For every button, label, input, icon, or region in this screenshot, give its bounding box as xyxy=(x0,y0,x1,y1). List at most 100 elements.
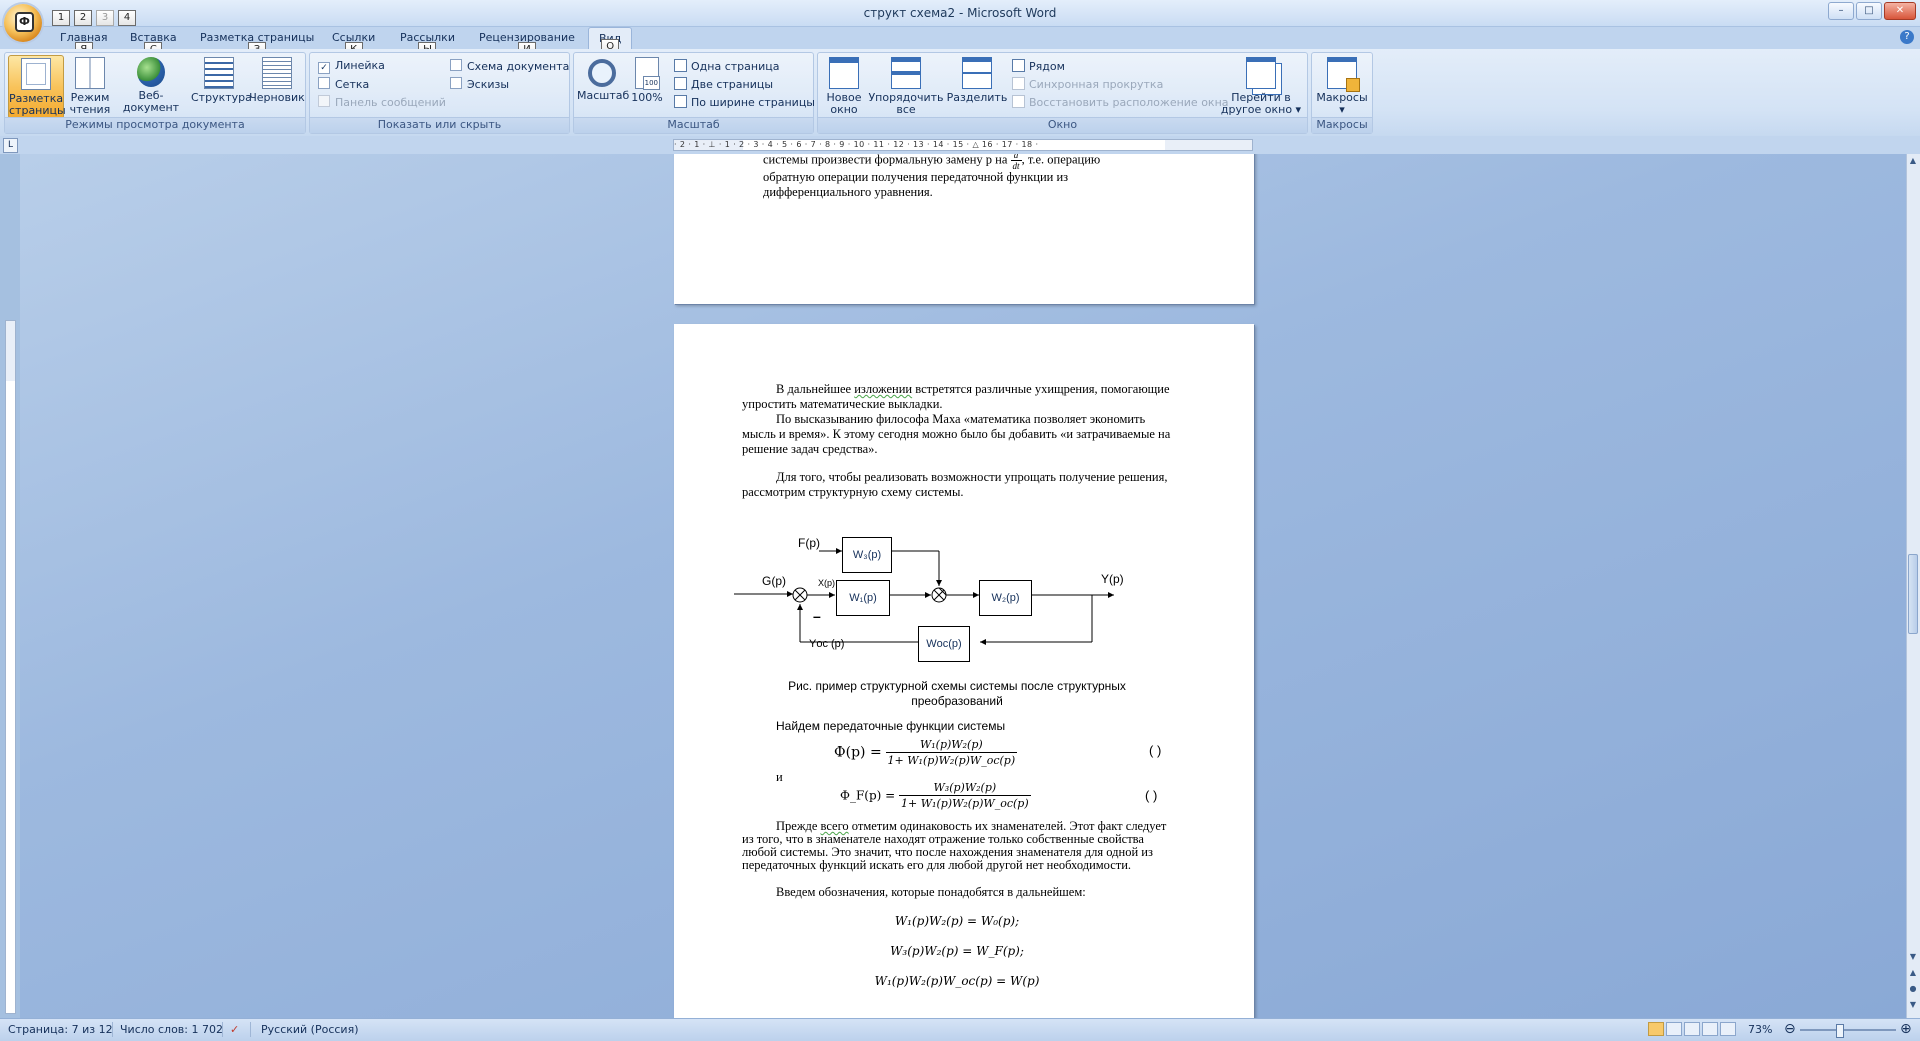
arrange-all-button[interactable]: Упорядочить все xyxy=(868,55,944,119)
qat-keytip-1[interactable]: 1 xyxy=(52,10,70,26)
zoom-level[interactable]: 73% xyxy=(1748,1023,1772,1036)
office-button[interactable]: Ф xyxy=(4,4,42,42)
tab-insert[interactable]: ВставкаС xyxy=(130,31,177,58)
misspelled-word: изложении xyxy=(854,382,913,396)
reading-icon xyxy=(75,57,105,89)
macros-icon xyxy=(1327,57,1360,92)
web-icon xyxy=(137,57,165,87)
help-icon[interactable]: ? xyxy=(1900,30,1914,44)
block-woc: Wос(p) xyxy=(918,626,970,662)
group-label-window: Окно xyxy=(818,117,1307,133)
tab-page-layout[interactable]: Разметка страницыЗ xyxy=(200,31,314,58)
scroll-up-icon[interactable]: ▲ xyxy=(1908,156,1918,166)
status-print-layout-icon[interactable] xyxy=(1648,1022,1664,1036)
switch-windows-icon xyxy=(1246,57,1276,89)
definition-2: W₃(p)W₂(p) = W_F(p); xyxy=(890,944,1024,958)
page-layout-icon xyxy=(21,58,51,90)
label-yoc: Yос (p) xyxy=(809,638,845,650)
vertical-ruler[interactable] xyxy=(5,320,16,1014)
view-side-by-side-button[interactable]: Рядом xyxy=(1012,59,1065,73)
status-draft-icon[interactable] xyxy=(1720,1022,1736,1036)
ruler-checkbox[interactable]: ✓ Линейка xyxy=(318,59,385,74)
group-zoom: Масштаб 100% Одна страница Две страницы … xyxy=(573,52,815,134)
outline-button[interactable]: Структура xyxy=(191,55,252,119)
fraction-d-dt: d dt xyxy=(1010,154,1022,171)
group-label-macros: Макросы xyxy=(1312,117,1372,133)
page-previous[interactable]: системы произвести формальную замену p н… xyxy=(674,154,1254,304)
one-page-button[interactable]: Одна страница xyxy=(674,59,779,73)
draft-icon xyxy=(262,57,292,89)
block-w2: W₂(p) xyxy=(979,580,1032,616)
minimize-button[interactable]: – xyxy=(1828,2,1854,20)
zoom-100-button[interactable]: 100% xyxy=(629,55,665,119)
paragraph-5: Введем обозначения, которые понадобятся … xyxy=(776,885,1086,899)
scroll-down-icon[interactable]: ▼ xyxy=(1908,952,1918,962)
side-by-side-icon xyxy=(1012,59,1025,72)
tab-review[interactable]: РецензированиеИ xyxy=(479,31,575,58)
zoom-slider[interactable] xyxy=(1800,1024,1896,1038)
zoom-out-icon[interactable]: ⊖ xyxy=(1784,1021,1796,1037)
zoom-button[interactable]: Масштаб xyxy=(577,55,629,119)
text-line: системы произвести формальную замену p н… xyxy=(763,154,1193,171)
page-count[interactable]: Страница: 7 из 12 xyxy=(8,1023,113,1036)
two-pages-button[interactable]: Две страницы xyxy=(674,77,773,91)
new-window-button[interactable]: Новое окно xyxy=(822,55,866,119)
status-web-icon[interactable] xyxy=(1684,1022,1700,1036)
zoom-slider-knob[interactable] xyxy=(1836,1024,1844,1038)
qat-keytip-4[interactable]: 4 xyxy=(118,10,136,26)
one-page-icon xyxy=(674,59,687,72)
switch-windows-button[interactable]: Перейти в другое окно ▾ xyxy=(1218,55,1304,119)
browse-object-icon[interactable]: ● xyxy=(1908,984,1918,994)
qat-keytip-3[interactable]: 3 xyxy=(96,10,114,26)
text-line: дифференциального уравнения. xyxy=(763,185,933,199)
draft-button[interactable]: Черновик xyxy=(249,55,305,119)
group-label-zoom: Масштаб xyxy=(574,117,813,133)
text-line: обратную операции получения передаточной… xyxy=(763,170,1069,184)
ribbon-tabs: ГлавнаяЯ ВставкаС Разметка страницыЗ Ссы… xyxy=(0,27,1920,58)
zoom-in-icon[interactable]: ⊕ xyxy=(1900,1021,1912,1037)
quick-access-toolbar: 1 2 3 4 xyxy=(52,10,136,28)
web-layout-button[interactable]: Веб-документ xyxy=(113,55,189,119)
split-button[interactable]: Разделить xyxy=(946,55,1008,119)
synchronous-scrolling-button: Синхронная прокрутка xyxy=(1012,77,1163,91)
spelling-icon[interactable]: ✓ xyxy=(230,1023,239,1036)
label-x: X(p) xyxy=(818,578,836,588)
scrollbar-thumb[interactable] xyxy=(1908,554,1918,634)
page-width-icon xyxy=(674,95,687,108)
reset-window-position-button: Восстановить расположение окна xyxy=(1012,95,1229,109)
page-width-button[interactable]: По ширине страницы xyxy=(674,95,815,109)
tab-mailings[interactable]: РассылкиЫ xyxy=(400,31,455,58)
print-layout-button[interactable]: Разметка страницы xyxy=(8,55,66,119)
prev-page-icon[interactable]: ▲ xyxy=(1908,968,1918,978)
language-indicator[interactable]: Русский (Россия) xyxy=(261,1023,359,1036)
status-outline-icon[interactable] xyxy=(1702,1022,1718,1036)
two-pages-icon xyxy=(674,77,687,90)
find-functions-text: Найдем передаточные функции системы xyxy=(776,719,1006,733)
figure-caption: Рис. пример структурной схемы системы по… xyxy=(788,679,1126,708)
maximize-button[interactable]: □ xyxy=(1856,2,1882,20)
tab-view[interactable]: ВидО xyxy=(588,27,633,55)
document-map-checkbox[interactable]: Схема документа xyxy=(450,59,569,73)
word-count[interactable]: Число слов: 1 702 xyxy=(120,1023,223,1036)
document-area[interactable]: системы произвести формальную замену p н… xyxy=(20,154,1907,1018)
page-100-icon xyxy=(635,57,660,90)
tab-references[interactable]: СсылкиК xyxy=(332,31,375,58)
group-label-views: Режимы просмотра документа xyxy=(5,117,305,133)
horizontal-ruler[interactable]: · 2 · 1 · ⊥ · 1 · 2 · 3 · 4 · 5 · 6 · 7 … xyxy=(673,139,1253,151)
gridlines-checkbox[interactable]: Сетка xyxy=(318,77,369,91)
label-y: Y(p) xyxy=(1101,572,1124,586)
page-current[interactable]: В дальнейшее изложении встретятся различ… xyxy=(674,324,1254,1018)
message-bar-checkbox: Панель сообщений xyxy=(318,95,446,109)
tab-selector-icon[interactable]: L xyxy=(3,138,18,153)
new-window-icon xyxy=(829,57,859,89)
thumbnails-checkbox[interactable]: Эскизы xyxy=(450,77,509,91)
next-page-icon[interactable]: ▼ xyxy=(1908,1000,1918,1010)
qat-keytip-2[interactable]: 2 xyxy=(74,10,92,26)
title-bar: структ схема2 - Microsoft Word – □ ✕ xyxy=(0,0,1920,27)
close-button[interactable]: ✕ xyxy=(1884,2,1916,20)
status-reading-icon[interactable] xyxy=(1666,1022,1682,1036)
tab-home[interactable]: ГлавнаяЯ xyxy=(60,31,108,58)
reading-mode-button[interactable]: Режим чтения xyxy=(67,55,113,119)
macros-button[interactable]: Макросы ▾ xyxy=(1315,55,1369,119)
vertical-scrollbar[interactable]: ▲ ▼ ▲ ● ▼ xyxy=(1906,154,1920,1018)
